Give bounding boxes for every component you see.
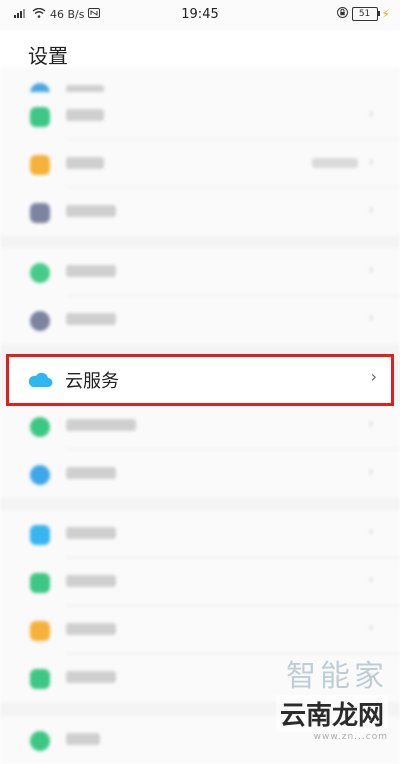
list-item-label-placeholder: [66, 467, 116, 479]
list-item-label-placeholder: [66, 265, 116, 277]
list-item-label-placeholder: [66, 575, 116, 587]
list-item-icon: [30, 525, 50, 545]
chevron-right-icon: ›: [368, 262, 374, 278]
chevron-right-icon: ›: [368, 572, 374, 588]
lock-icon: [336, 7, 348, 21]
chevron-right-icon: ›: [368, 464, 374, 480]
watermark-line2: 云南龙网: [275, 695, 388, 732]
list-item-label-placeholder: [66, 733, 100, 745]
page-title: 设置: [28, 44, 68, 68]
list-item-icon: [30, 203, 50, 223]
cloud-icon: [27, 370, 53, 388]
list-item-label-placeholder: [66, 313, 116, 325]
list-item-label-placeholder: [66, 205, 116, 217]
chevron-right-icon: ›: [368, 154, 374, 170]
chevron-right-icon: ›: [368, 416, 374, 432]
list-item-label-placeholder: [66, 419, 136, 431]
status-right: 51 ⚡: [336, 7, 390, 21]
charging-icon: ⚡: [381, 7, 390, 21]
cloud-service-label: 云服务: [65, 371, 119, 392]
list-item-label-placeholder: [66, 157, 104, 169]
chevron-right-icon: ›: [368, 620, 374, 636]
list-item-icon: [30, 669, 50, 689]
list-item[interactable]: ›: [0, 248, 400, 296]
list-item-label-placeholder: [66, 671, 116, 683]
list-item[interactable]: ›: [0, 140, 400, 188]
list-item[interactable]: ›: [0, 92, 400, 140]
list-item-label-placeholder: [66, 623, 116, 635]
watermark-line3: www.zn...com: [313, 732, 388, 742]
list-item[interactable]: ›: [0, 510, 400, 558]
list-item-icon: [30, 465, 50, 485]
list-item-icon: [30, 417, 50, 437]
list-item-icon: [30, 573, 50, 593]
list-item[interactable]: ›: [0, 606, 400, 654]
chevron-right-icon: ›: [368, 106, 374, 122]
list-item-label-placeholder: [66, 527, 116, 539]
watermark-line1: 智能家: [286, 659, 388, 694]
chevron-right-icon: ›: [368, 310, 374, 326]
chevron-right-icon: ›: [368, 524, 374, 540]
list-item-icon: [30, 107, 50, 127]
list-item-icon: [30, 155, 50, 175]
list-item[interactable]: ›: [0, 558, 400, 606]
list-item[interactable]: ›: [0, 188, 400, 236]
list-item[interactable]: ›: [0, 296, 400, 344]
list-item[interactable]: ›: [0, 450, 400, 498]
list-item-icon: [30, 731, 50, 751]
list-item[interactable]: ›: [0, 402, 400, 450]
list-item-icon: [30, 621, 50, 641]
cloud-service-item[interactable]: 云服务 ›: [6, 354, 394, 406]
list-item-icon: [30, 311, 50, 331]
list-item-label-placeholder: [66, 109, 104, 121]
list-item-value-placeholder: [312, 158, 358, 168]
battery-icon: 51: [351, 7, 380, 21]
watermark: 智能家 云南龙网 www.zn...com: [275, 651, 388, 742]
chevron-right-icon: ›: [370, 367, 377, 386]
list-item-icon: [30, 263, 50, 283]
chevron-right-icon: ›: [368, 202, 374, 218]
status-bar: 46 B/s 19:45 51 ⚡: [0, 0, 400, 30]
